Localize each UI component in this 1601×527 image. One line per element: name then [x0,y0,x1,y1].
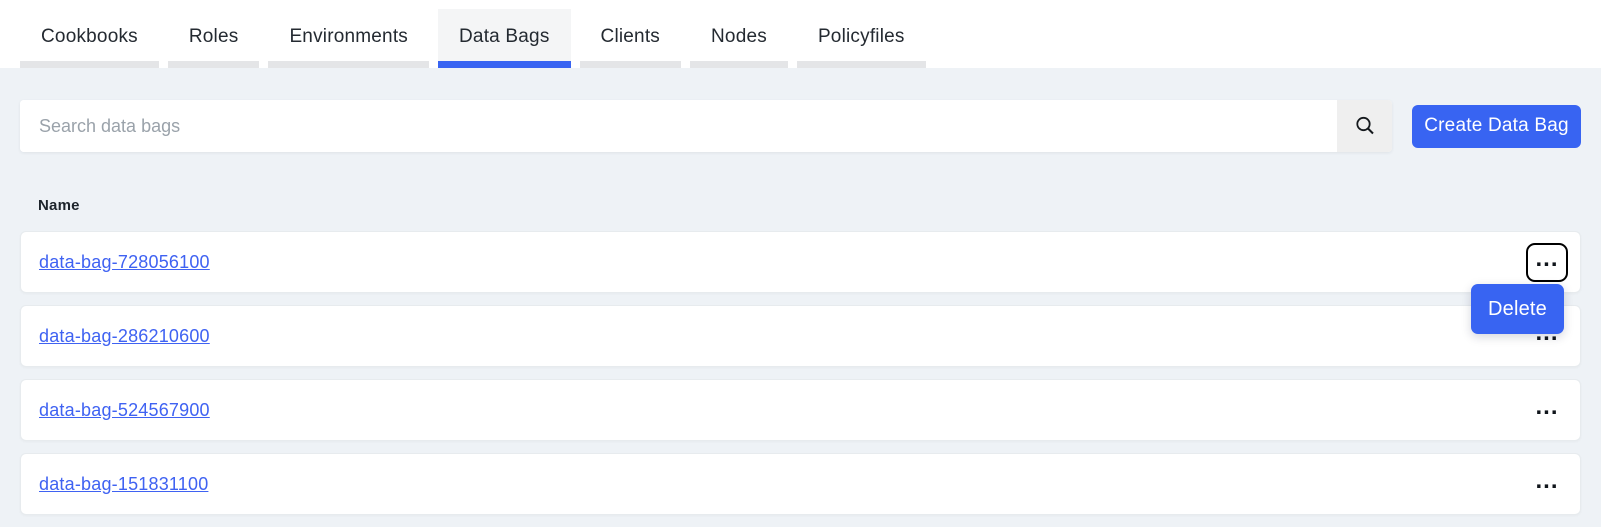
table-row: data-bag-151831100 ... [20,453,1581,515]
table-column-header-name: Name [38,197,1581,214]
row-menu-button[interactable]: ... [1526,243,1568,282]
table-row: data-bag-728056100 ... Delete [20,231,1581,293]
table-row: data-bag-286210600 ... [20,305,1581,367]
table-row: data-bag-524567900 ... [20,379,1581,441]
data-bag-link[interactable]: data-bag-524567900 [39,400,210,421]
ellipsis-icon: ... [1535,247,1558,271]
search-input[interactable] [20,100,1337,152]
tab-roles[interactable]: Roles [168,9,260,68]
data-bags-page: Cookbooks Roles Environments Data Bags C… [0,0,1601,527]
tab-data-bags[interactable]: Data Bags [438,9,571,68]
ellipsis-icon: ... [1535,469,1558,493]
data-bag-link[interactable]: data-bag-286210600 [39,326,210,347]
search-icon [1354,115,1376,137]
tab-cookbooks[interactable]: Cookbooks [20,9,159,68]
row-menu-button[interactable]: ... [1526,391,1568,430]
tab-clients[interactable]: Clients [580,9,681,68]
row-menu-button[interactable]: ... [1526,465,1568,504]
delete-menu-item[interactable]: Delete [1471,284,1564,334]
search-bar [20,100,1392,152]
search-button[interactable] [1337,100,1392,152]
tab-policyfiles[interactable]: Policyfiles [797,9,926,68]
data-bag-list: data-bag-728056100 ... Delete data-bag-2… [20,231,1581,515]
main-content: Create Data Bag Name data-bag-728056100 … [0,100,1601,515]
ellipsis-icon: ... [1535,395,1558,419]
tab-environments[interactable]: Environments [268,9,429,68]
data-bag-link[interactable]: data-bag-728056100 [39,252,210,273]
tab-bar: Cookbooks Roles Environments Data Bags C… [0,0,1601,68]
data-bag-link[interactable]: data-bag-151831100 [39,474,208,495]
tab-nodes[interactable]: Nodes [690,9,788,68]
create-data-bag-button[interactable]: Create Data Bag [1412,105,1581,148]
toolbar: Create Data Bag [20,100,1581,152]
